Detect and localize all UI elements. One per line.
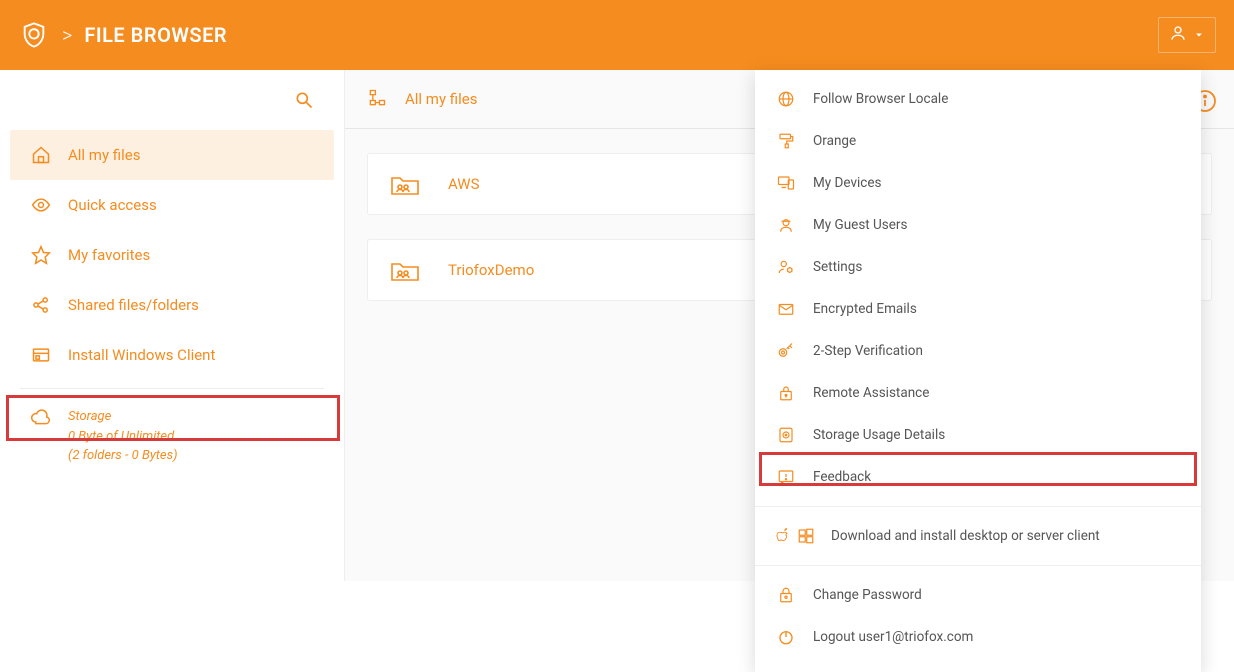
apple-windows-icons	[775, 525, 815, 547]
storage-title: Storage	[68, 407, 178, 427]
dropdown-item-logout[interactable]: Logout user1@triofox.com	[755, 616, 1201, 658]
storage-lines: Storage 0 Byte of Unlimited (2 folders -…	[68, 407, 178, 466]
user-menu-button[interactable]	[1158, 17, 1216, 53]
dropdown-label: Change Password	[813, 587, 922, 603]
dropdown-label: Download and install desktop or server c…	[831, 528, 1100, 544]
dropdown-label: Follow Browser Locale	[813, 91, 948, 107]
dropdown-label: My Guest Users	[813, 217, 907, 233]
topbar-left: > FILE BROWSER	[18, 19, 227, 51]
settings-user-icon	[775, 256, 797, 278]
chevron-down-icon	[1193, 26, 1205, 45]
star-icon	[30, 244, 52, 266]
folder-label: AWS	[448, 175, 480, 193]
dropdown-item-feedback[interactable]: Feedback	[755, 456, 1201, 498]
dropdown-item-download-client[interactable]: Download and install desktop or server c…	[755, 515, 1201, 557]
sidebar-divider	[20, 388, 324, 389]
main-panel: All my files AWS TriofoxDemo Follow Brow…	[345, 70, 1234, 581]
sidebar-item-my-favorites[interactable]: My favorites	[10, 230, 334, 280]
dropdown-label: Orange	[813, 133, 856, 149]
dropdown-label: Storage Usage Details	[813, 427, 945, 443]
dropdown-divider	[755, 506, 1201, 507]
sidebar-item-label: My favorites	[68, 246, 150, 264]
dropdown-label: Feedback	[813, 469, 871, 485]
paint-roller-icon	[775, 130, 797, 152]
dropdown-item-change-password[interactable]: Change Password	[755, 574, 1201, 616]
dropdown-item-settings[interactable]: Settings	[755, 246, 1201, 288]
sidebar-item-label: Quick access	[68, 196, 157, 214]
devices-icon	[775, 172, 797, 194]
logo-shield-icon[interactable]	[18, 19, 50, 51]
dropdown-label: My Devices	[813, 175, 881, 191]
sidebar-item-label: Install Windows Client	[68, 346, 215, 364]
folder-team-icon	[390, 258, 420, 282]
dropdown-item-locale[interactable]: Follow Browser Locale	[755, 78, 1201, 120]
dropdown-label: Logout user1@triofox.com	[813, 629, 973, 645]
sidebar-item-label: Shared files/folders	[68, 296, 199, 314]
dropdown-label: Settings	[813, 259, 862, 275]
home-icon	[30, 144, 52, 166]
sidebar-item-install-windows-client[interactable]: Install Windows Client	[10, 330, 334, 380]
remote-lock-icon	[775, 382, 797, 404]
sidebar-item-shared[interactable]: Shared files/folders	[10, 280, 334, 330]
content-area: All my files Quick access My favorites S…	[0, 70, 1234, 581]
page-title: FILE BROWSER	[84, 23, 227, 47]
dropdown-item-encrypted-emails[interactable]: Encrypted Emails	[755, 288, 1201, 330]
dropdown-item-theme-orange[interactable]: Orange	[755, 120, 1201, 162]
search-row	[0, 84, 344, 130]
user-icon	[1169, 24, 1187, 46]
storage-line-1: 0 Byte of Unlimited	[68, 427, 178, 447]
sidebar-item-label: All my files	[68, 146, 140, 164]
sitemap-icon[interactable]	[367, 88, 389, 110]
guest-user-icon	[775, 214, 797, 236]
folder-label: TriofoxDemo	[448, 261, 534, 279]
storage-summary: Storage 0 Byte of Unlimited (2 folders -…	[10, 397, 334, 476]
two-factor-icon	[775, 340, 797, 362]
dropdown-label: Remote Assistance	[813, 385, 929, 401]
sidebar-nav: All my files Quick access My favorites S…	[0, 130, 344, 476]
lock-icon	[775, 584, 797, 606]
dropdown-label: 2-Step Verification	[813, 343, 923, 359]
share-icon	[30, 294, 52, 316]
user-dropdown-menu: Follow Browser Locale Orange My Devices …	[755, 70, 1201, 672]
dropdown-item-guest-users[interactable]: My Guest Users	[755, 204, 1201, 246]
dropdown-item-remote-assist[interactable]: Remote Assistance	[755, 372, 1201, 414]
envelope-lock-icon	[775, 298, 797, 320]
breadcrumb-separator: >	[62, 23, 72, 47]
folder-team-icon	[390, 172, 420, 196]
installer-icon	[30, 344, 52, 366]
globe-icon	[775, 88, 797, 110]
dropdown-label: Encrypted Emails	[813, 301, 917, 317]
cloud-icon	[30, 407, 52, 429]
dropdown-item-2step[interactable]: 2-Step Verification	[755, 330, 1201, 372]
sidebar-item-quick-access[interactable]: Quick access	[10, 180, 334, 230]
storage-line-2: (2 folders - 0 Bytes)	[68, 446, 178, 466]
search-icon[interactable]	[294, 90, 314, 114]
power-icon	[775, 626, 797, 648]
dropdown-divider	[755, 565, 1201, 566]
dropdown-item-storage-usage[interactable]: Storage Usage Details	[755, 414, 1201, 456]
topbar: > FILE BROWSER	[0, 0, 1234, 70]
sidebar: All my files Quick access My favorites S…	[0, 70, 345, 581]
breadcrumb-text[interactable]: All my files	[405, 90, 477, 108]
storage-disk-icon	[775, 424, 797, 446]
dropdown-item-my-devices[interactable]: My Devices	[755, 162, 1201, 204]
eye-icon	[30, 194, 52, 216]
feedback-icon	[775, 466, 797, 488]
sidebar-item-all-my-files[interactable]: All my files	[10, 130, 334, 180]
